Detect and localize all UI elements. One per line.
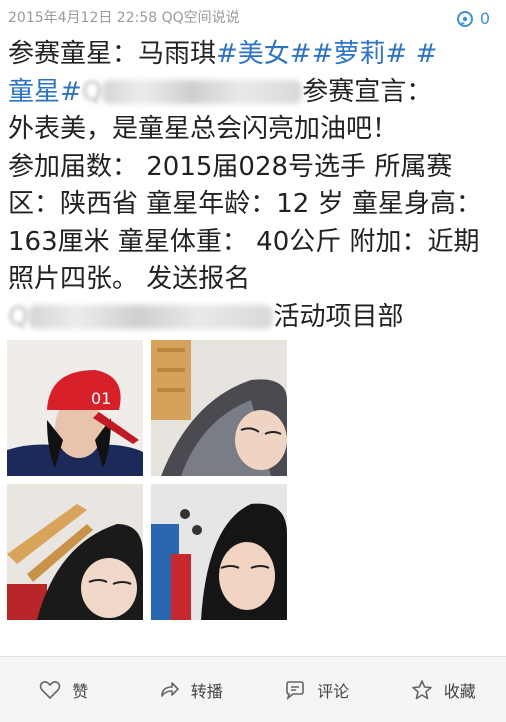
share-label: 转播 <box>191 678 223 702</box>
comment-icon <box>456 10 474 28</box>
like-label: 赞 <box>72 678 88 702</box>
hashtag-child-star-start[interactable]: # <box>415 39 437 69</box>
hashtag-loli[interactable]: #萝莉# <box>312 39 408 69</box>
hashtag-child-star[interactable]: 童星# <box>8 77 82 107</box>
comment-bubble-icon <box>283 678 307 702</box>
hashtag-beauty[interactable]: #美女# <box>216 39 312 69</box>
comment-label: 评论 <box>317 678 349 702</box>
redacted-text-2 <box>28 305 273 329</box>
comment-count: 0 <box>480 9 490 28</box>
heart-icon <box>38 678 62 702</box>
post-text-declaration: 参赛宣言： <box>302 77 432 107</box>
post-content: 参赛童星：马雨琪#美女##萝莉# # 童星#Q参赛宣言： 外表美，是童星总会闪亮… <box>8 36 500 336</box>
redacted-text <box>102 80 302 104</box>
post-text-department: 活动项目部 <box>273 302 403 332</box>
photo-3[interactable] <box>7 484 143 620</box>
post-text-details: 参加届数： 2015届028号选手 所属赛区：陕西省 童星年龄：12 岁 童星身… <box>8 152 482 295</box>
comment-button[interactable]: 评论 <box>253 678 380 702</box>
photo-4[interactable] <box>151 484 287 620</box>
svg-text:01: 01 <box>91 389 111 408</box>
photo-1[interactable]: 01 <box>7 340 143 476</box>
favorite-button[interactable]: 收藏 <box>380 678 506 702</box>
share-button[interactable]: 转播 <box>127 678 254 702</box>
comment-counter[interactable]: 0 <box>456 9 490 28</box>
like-button[interactable]: 赞 <box>0 678 127 702</box>
share-icon <box>157 678 181 702</box>
post-text-slogan: 外表美，是童星总会闪亮加油吧！ <box>8 114 398 144</box>
action-bar: 赞 转播 评论 收藏 <box>0 656 506 722</box>
post-text-line1: 参赛童星：马雨琪 <box>8 39 216 69</box>
redacted-lead: Q <box>82 77 102 107</box>
photo-2[interactable] <box>151 340 287 476</box>
star-icon <box>410 678 434 702</box>
redacted-lead-2: Q <box>8 302 28 332</box>
post-meta: 2015年4月12日 22:58 QQ空间说说 <box>8 7 240 27</box>
photo-grid: 01 <box>7 340 287 620</box>
favorite-label: 收藏 <box>444 678 476 702</box>
